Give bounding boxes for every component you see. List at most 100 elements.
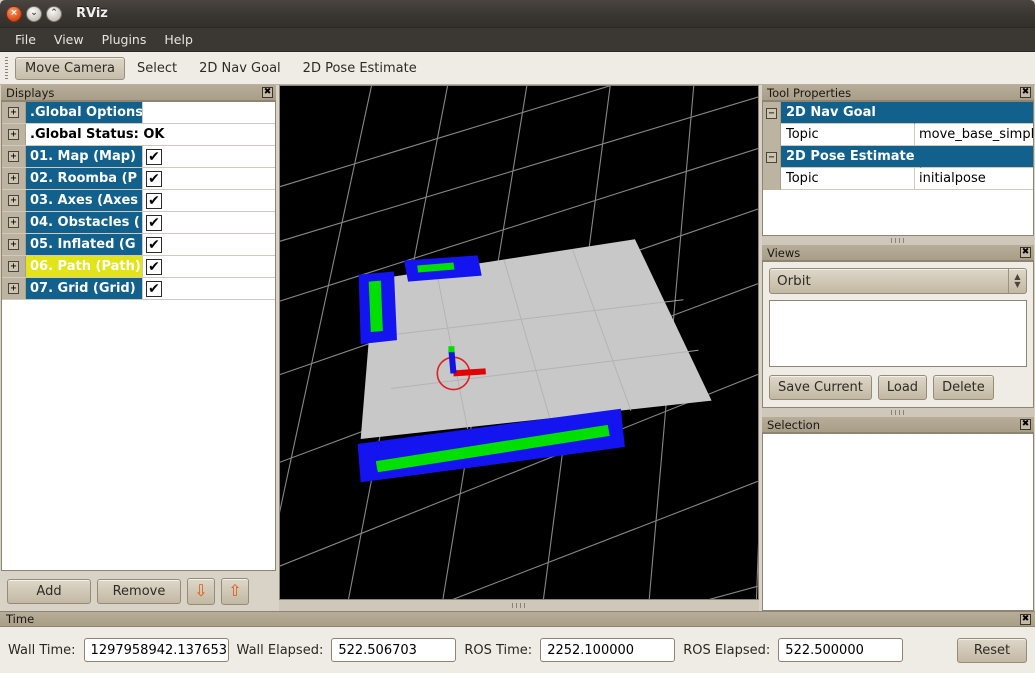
expander-cell[interactable]: + (2, 102, 26, 123)
expander-cell[interactable]: + (2, 234, 26, 255)
view-type-value: Orbit (770, 269, 1008, 293)
load-view-button[interactable]: Load (878, 375, 927, 400)
display-enabled-cell[interactable]: ✔ (142, 146, 275, 167)
expand-icon[interactable]: + (8, 129, 19, 140)
expand-icon[interactable]: + (8, 173, 19, 184)
collapse-icon[interactable]: − (766, 152, 777, 163)
expander-cell[interactable]: + (2, 256, 26, 277)
expand-icon[interactable]: + (8, 217, 19, 228)
expand-icon[interactable]: + (8, 195, 19, 206)
display-row-obstacles[interactable]: + 04. Obstacles ( ✔ (2, 212, 275, 234)
tool-group-2d-nav-goal[interactable]: − 2D Nav Goal (763, 102, 1033, 124)
tool-select[interactable]: Select (127, 57, 187, 80)
display-row-path[interactable]: + 06. Path (Path) ✔ (2, 256, 275, 278)
wall-elapsed-field[interactable]: 522.506703 (331, 638, 456, 662)
expander-cell[interactable]: + (2, 190, 26, 211)
move-up-button[interactable]: ⇧ (221, 578, 249, 605)
combo-spinner-icon[interactable]: ▲ ▼ (1008, 269, 1026, 293)
display-enabled-cell[interactable]: ✔ (142, 168, 275, 189)
ros-elapsed-label: ROS Elapsed: (683, 643, 770, 658)
expander-cell[interactable]: + (2, 146, 26, 167)
ros-time-field[interactable]: 2252.100000 (540, 638, 675, 662)
selection-list[interactable] (762, 433, 1034, 611)
tool-prop-row-nav-goal-topic[interactable]: Topic move_base_simple, (763, 124, 1033, 146)
time-close-icon[interactable]: ✖ (1020, 614, 1031, 625)
collapse-icon[interactable]: − (766, 108, 777, 119)
display-row-grid[interactable]: + 07. Grid (Grid) ✔ (2, 278, 275, 300)
tool-prop-row-pose-estimate-topic[interactable]: Topic initialpose (763, 168, 1033, 190)
3d-scene[interactable] (280, 86, 758, 600)
expander-cell[interactable]: + (2, 212, 26, 233)
viewport-splitter[interactable] (279, 600, 759, 611)
menu-file[interactable]: File (6, 30, 45, 49)
tool-prop-value[interactable]: initialpose (914, 168, 1033, 190)
display-enabled-cell[interactable]: ✔ (142, 212, 275, 233)
display-label: .Global Options (26, 102, 142, 123)
expand-icon[interactable]: + (8, 107, 19, 118)
3d-viewport[interactable] (279, 85, 759, 600)
display-row-inflated[interactable]: + 05. Inflated (G ✔ (2, 234, 275, 256)
views-body: Orbit ▲ ▼ Save Current Load Delete (762, 261, 1034, 408)
display-row-axes[interactable]: + 03. Axes (Axes ✔ (2, 190, 275, 212)
toolbar-drag-handle-icon[interactable] (2, 57, 10, 80)
maximize-window-icon[interactable]: ⌃ (46, 6, 62, 22)
expand-icon[interactable]: + (8, 239, 19, 250)
menu-view[interactable]: View (45, 30, 93, 49)
views-close-icon[interactable]: ✖ (1020, 247, 1031, 258)
reset-time-button[interactable]: Reset (957, 638, 1027, 663)
tool-move-camera[interactable]: Move Camera (15, 57, 125, 80)
tool-properties-table[interactable]: − 2D Nav Goal Topic move_base_simple, − (762, 101, 1034, 236)
display-enabled-checkbox[interactable]: ✔ (146, 259, 162, 275)
time-title: Time (6, 612, 34, 626)
wall-time-field[interactable]: 1297958942.137653 (84, 638, 229, 662)
display-enabled-checkbox[interactable]: ✔ (146, 193, 162, 209)
expander-cell[interactable]: + (2, 278, 26, 299)
move-down-button[interactable]: ⇩ (187, 578, 215, 605)
display-enabled-checkbox[interactable]: ✔ (146, 237, 162, 253)
expander-cell[interactable]: + (2, 124, 26, 145)
tool-bar: Move Camera Select 2D Nav Goal 2D Pose E… (0, 52, 1035, 85)
display-enabled-cell[interactable]: ✔ (142, 234, 275, 255)
display-row-global-status[interactable]: + .Global Status: OK (2, 124, 275, 146)
expand-icon[interactable]: + (8, 261, 19, 272)
remove-display-button[interactable]: Remove (97, 579, 181, 604)
tool-properties-close-icon[interactable]: ✖ (1020, 87, 1031, 98)
display-row-map[interactable]: + 01. Map (Map) ✔ (2, 146, 275, 168)
display-row-global-options[interactable]: + .Global Options (2, 102, 275, 124)
display-enabled-cell[interactable]: ✔ (142, 256, 275, 277)
display-label-cell: .Global Options (26, 102, 142, 123)
collapse-cell[interactable]: − (763, 146, 781, 168)
add-display-button[interactable]: Add (7, 579, 91, 604)
minimize-window-icon[interactable]: ⌄ (26, 6, 42, 22)
view-type-combobox[interactable]: Orbit ▲ ▼ (769, 268, 1027, 294)
displays-tree[interactable]: + .Global Options + .Global Status: OK (1, 101, 276, 571)
expander-cell[interactable]: + (2, 168, 26, 189)
display-enabled-checkbox[interactable]: ✔ (146, 149, 162, 165)
menu-plugins[interactable]: Plugins (93, 30, 156, 49)
save-current-view-button[interactable]: Save Current (769, 375, 872, 400)
tool-views-splitter[interactable] (762, 236, 1034, 245)
displays-close-icon[interactable]: ✖ (262, 87, 273, 98)
tool-2d-pose-estimate[interactable]: 2D Pose Estimate (293, 57, 427, 80)
expand-icon[interactable]: + (8, 151, 19, 162)
tool-prop-value[interactable]: move_base_simple, (914, 124, 1033, 146)
selection-close-icon[interactable]: ✖ (1020, 419, 1031, 430)
display-label: 07. Grid (Grid) (26, 278, 142, 299)
saved-views-list[interactable] (769, 300, 1027, 367)
collapse-cell[interactable]: − (763, 102, 781, 124)
expand-icon[interactable]: + (8, 283, 19, 294)
delete-view-button[interactable]: Delete (933, 375, 994, 400)
tool-group-2d-pose-estimate[interactable]: − 2D Pose Estimate (763, 146, 1033, 168)
display-enabled-checkbox[interactable]: ✔ (146, 171, 162, 187)
display-enabled-checkbox[interactable]: ✔ (146, 215, 162, 231)
close-window-icon[interactable]: × (6, 6, 22, 22)
display-enabled-cell[interactable]: ✔ (142, 278, 275, 299)
display-row-roomba[interactable]: + 02. Roomba (P ✔ (2, 168, 275, 190)
time-fields-row: Wall Time: 1297958942.137653 Wall Elapse… (0, 627, 1035, 673)
display-enabled-cell[interactable]: ✔ (142, 190, 275, 211)
tool-2d-nav-goal[interactable]: 2D Nav Goal (189, 57, 291, 80)
display-enabled-checkbox[interactable]: ✔ (146, 281, 162, 297)
menu-help[interactable]: Help (155, 30, 202, 49)
ros-elapsed-field[interactable]: 522.500000 (778, 638, 903, 662)
views-selection-splitter[interactable] (762, 408, 1034, 417)
